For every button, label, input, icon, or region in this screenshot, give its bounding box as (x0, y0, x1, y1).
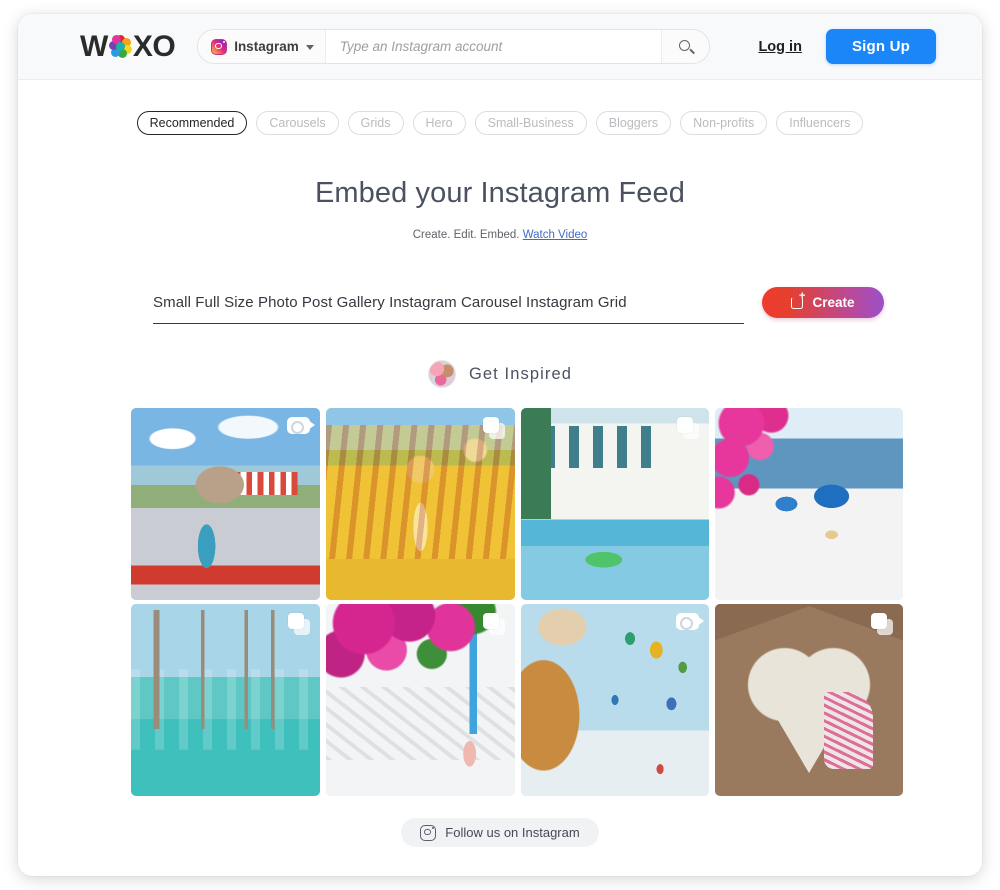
carousel-badge-icon (871, 613, 893, 635)
feed-tile[interactable] (326, 408, 515, 600)
video-badge-icon (676, 613, 704, 630)
carousel-badge-icon (483, 613, 505, 635)
chip-small-business[interactable]: Small-Business (474, 111, 587, 135)
profile-avatar (427, 360, 456, 388)
follow-on-instagram-button[interactable]: Follow us on Instagram (401, 818, 599, 847)
feed-photo (715, 408, 903, 600)
signup-button[interactable]: Sign Up (825, 29, 936, 64)
feed-photo (131, 408, 320, 600)
flower-dots-logo-icon (108, 35, 132, 58)
search-icon (679, 40, 692, 53)
video-badge-icon (287, 417, 315, 434)
instagram-icon (211, 38, 228, 55)
platform-selector[interactable]: Instagram (198, 30, 326, 63)
feed-tile[interactable] (326, 604, 515, 796)
instagram-icon (420, 824, 437, 841)
watch-video-link[interactable]: Watch Video (523, 229, 588, 241)
hero-subtitle: Create. Edit. Embed. Watch Video (18, 229, 982, 241)
platform-selector-label: Instagram (234, 39, 299, 54)
chip-grids[interactable]: Grids (347, 111, 404, 135)
carousel-badge-icon (677, 417, 699, 439)
chevron-down-icon (305, 45, 314, 50)
category-filter-chips: Recommended Carousels Grids Hero Small-B… (18, 111, 982, 135)
carousel-badge-icon (288, 613, 310, 635)
create-button[interactable]: Create (762, 287, 884, 318)
tagline-text: Small Full Size Photo Post Gallery Insta… (153, 294, 627, 311)
chip-bloggers[interactable]: Bloggers (595, 111, 672, 135)
follow-button-label: Follow us on Instagram (445, 825, 580, 840)
chip-carousels[interactable]: Carousels (256, 111, 339, 135)
create-plus-icon (791, 291, 805, 309)
get-inspired-label: Get Inspired (468, 364, 573, 383)
feed-photo (521, 604, 709, 796)
feed-tile[interactable] (715, 408, 903, 600)
chip-hero[interactable]: Hero (412, 111, 466, 135)
feed-tile[interactable] (521, 604, 709, 796)
search-button[interactable] (661, 30, 710, 63)
header-actions: Log in Sign Up (758, 29, 936, 64)
instagram-feed-grid (18, 408, 982, 796)
feed-tile[interactable] (131, 408, 320, 600)
logo-text-right: XO (132, 29, 176, 63)
carousel-badge-icon (483, 417, 505, 439)
hero-subtitle-text: Create. Edit. Embed. (412, 229, 520, 241)
chip-recommended[interactable]: Recommended (136, 111, 248, 135)
account-search-bar: Instagram (197, 29, 711, 64)
hero-section: Embed your Instagram Feed Create. Edit. … (18, 177, 982, 241)
login-link[interactable]: Log in (758, 39, 802, 55)
create-button-label: Create (812, 295, 855, 310)
follow-section: Follow us on Instagram (18, 818, 982, 847)
feed-tile[interactable] (131, 604, 320, 796)
brand-logo[interactable]: W XO (80, 29, 176, 63)
search-input[interactable] (325, 39, 662, 54)
get-inspired-header: Get Inspired (18, 360, 982, 388)
app-window: W XO Instagram Type an Instagram account… (18, 14, 982, 876)
tagline-field[interactable]: Small Full Size Photo Post Gallery Insta… (153, 294, 744, 324)
chip-non-profits[interactable]: Non-profits (680, 111, 768, 135)
chip-influencers[interactable]: Influencers (776, 111, 864, 135)
logo-text-left: W (80, 29, 108, 63)
feed-tile[interactable] (521, 408, 709, 600)
top-header: W XO Instagram Type an Instagram account… (18, 14, 982, 80)
page-title: Embed your Instagram Feed (314, 177, 685, 209)
create-row: Small Full Size Photo Post Gallery Insta… (153, 287, 884, 324)
feed-tile[interactable] (715, 604, 903, 796)
